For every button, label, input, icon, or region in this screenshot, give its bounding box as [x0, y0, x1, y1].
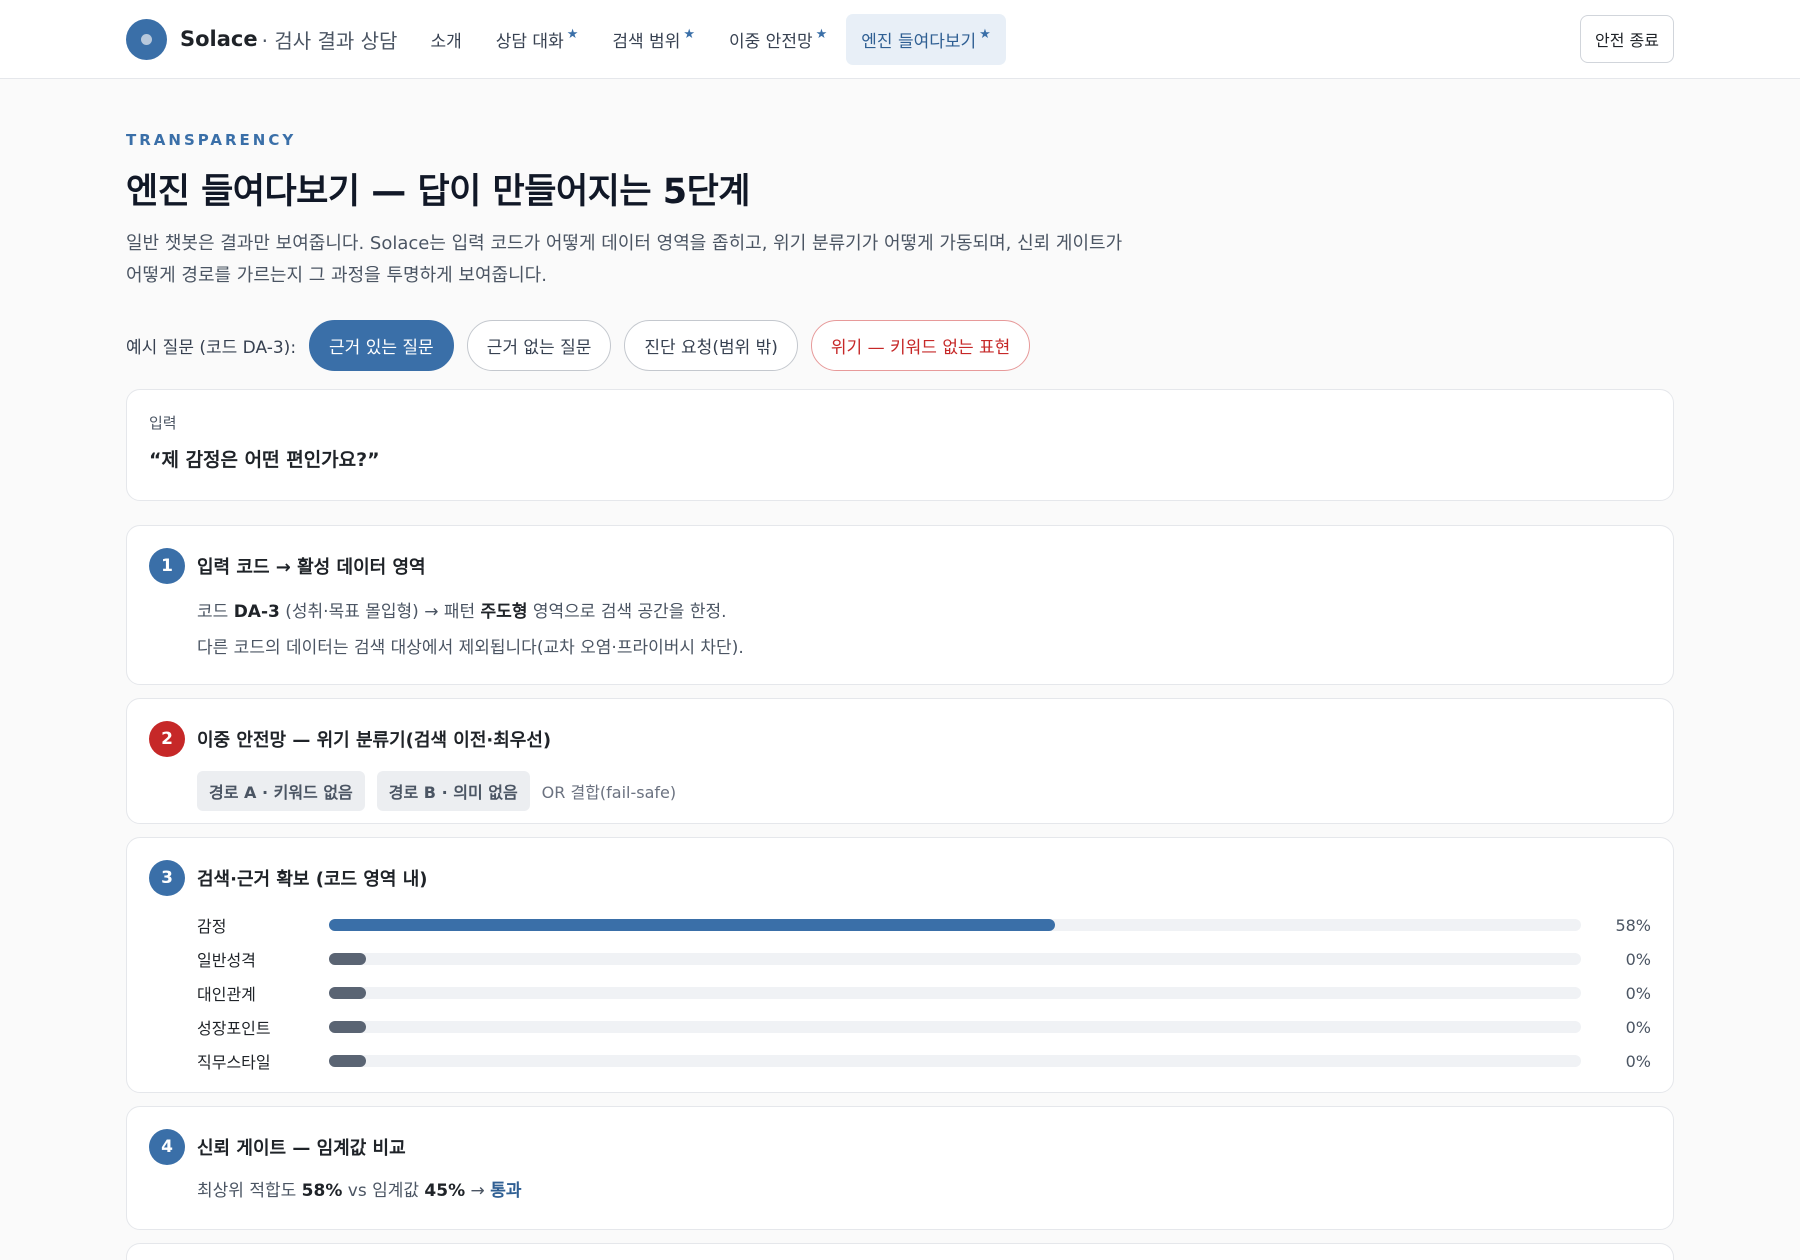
example-chip-grounded[interactable]: 근거 있는 질문 — [309, 320, 454, 371]
step-1-line-1: 코드 DA-3 (성취·목표 몰입형) → 패턴 주도형 영역으로 검색 공간을… — [197, 602, 727, 622]
input-text: “제 감정은 어떤 편인가요?” — [149, 449, 380, 471]
bar-track — [329, 987, 1581, 999]
step-1-card: 1 입력 코드 → 활성 데이터 영역 코드 DA-3 (성취·목표 몰입형) … — [126, 525, 1674, 685]
bar-track — [329, 1021, 1581, 1033]
input-label: 입력 — [149, 414, 177, 432]
examples-label: 예시 질문 (코드 DA-3): — [126, 338, 297, 358]
page-title: 엔진 들여다보기 — 답이 만들어지는 5단계 — [126, 172, 750, 212]
bar-fill — [329, 919, 1056, 931]
bar-value: 0% — [1625, 1051, 1651, 1071]
trust-gate-result: 최상위 적합도 58% vs 임계값 45% → 통과 — [197, 1181, 522, 1201]
bar-value: 0% — [1625, 983, 1651, 1003]
step-4-card: 4 신뢰 게이트 — 임계값 비교 최상위 적합도 58% vs 임계값 45%… — [126, 1106, 1674, 1230]
brand-subtitle: · 검사 결과 상담 — [261, 28, 398, 53]
route-b-tag: 경로 B · 의미 없음 — [376, 771, 530, 811]
bar-label: 일반성격 — [197, 951, 256, 970]
main-nav: 소개 상담 대화 ★ 검색 범위 ★ 이중 안전망 ★ 엔진 들여다보기 ★ — [415, 13, 1006, 65]
bar-label: 감정 — [197, 917, 227, 936]
step-1-line-2: 다른 코드의 데이터는 검색 대상에서 제외됩니다(교차 오염·프라이버시 차단… — [197, 638, 744, 658]
input-card: 입력 “제 감정은 어떤 편인가요?” — [126, 389, 1674, 501]
star-icon: ★ — [683, 26, 695, 42]
step-2-card: 2 이중 안전망 — 위기 분류기(검색 이전·최우선) 경로 A · 키워드 … — [126, 698, 1674, 824]
nav-dual-safety-net[interactable]: 이중 안전망 ★ — [714, 14, 842, 65]
bar-value: 0% — [1625, 1017, 1651, 1037]
main-content: TRANSPARENCY 엔진 들여다보기 — 답이 만들어지는 5단계 일반 … — [0, 131, 1800, 1260]
step-title: 신뢰 게이트 — 임계값 비교 — [197, 1138, 406, 1159]
safe-exit-button[interactable]: 안전 종료 — [1580, 15, 1674, 63]
bar-label: 직무스타일 — [197, 1053, 271, 1072]
relevance-bar-row: 대인관계 0% — [197, 976, 1651, 1010]
brand-name: Solace — [180, 27, 258, 51]
nav-intro[interactable]: 소개 — [415, 14, 476, 65]
relevance-bar-row: 성장포인트 0% — [197, 1010, 1651, 1044]
relevance-bar-row: 일반성격 0% — [197, 942, 1651, 976]
star-icon: ★ — [566, 26, 579, 42]
nav-engine-inspect[interactable]: 엔진 들여다보기 ★ — [846, 13, 1006, 65]
or-combination-note: OR 결합(fail-safe) — [541, 783, 677, 802]
step-number-badge: 3 — [149, 860, 185, 896]
step-number-badge: 4 — [149, 1129, 185, 1165]
example-chip-ungrounded[interactable]: 근거 없는 질문 — [466, 320, 612, 371]
route-a-tag: 경로 A · 키워드 없음 — [197, 771, 365, 811]
example-chip-crisis[interactable]: 위기 — 키워드 없는 표현 — [810, 320, 1031, 371]
brand[interactable]: Solace · 검사 결과 상담 — [126, 18, 398, 60]
relevance-bar-row: 감정 58% — [197, 908, 1651, 942]
star-icon: ★ — [979, 26, 991, 42]
page-description: 일반 챗봇은 결과만 보여줍니다. Solace는 입력 코드가 어떻게 데이터… — [126, 233, 1123, 286]
bar-fill — [329, 1055, 366, 1067]
step-3-card: 3 검색·근거 확보 (코드 영역 내) 감정 58% 일반성격 0% 대인관계 0% 성장… — [126, 837, 1674, 1093]
step-title: 검색·근거 확보 (코드 영역 내) — [197, 869, 428, 890]
bar-fill — [329, 953, 366, 965]
bar-track — [329, 953, 1581, 965]
nav-search-scope[interactable]: 검색 범위 ★ — [597, 14, 710, 65]
bar-track — [329, 919, 1581, 931]
relevance-bar-row: 직무스타일 0% — [197, 1044, 1651, 1078]
pass-status: 통과 — [490, 1181, 522, 1201]
bar-value: 0% — [1625, 949, 1651, 969]
step-title: 입력 코드 → 활성 데이터 영역 — [197, 557, 426, 578]
bar-label: 성장포인트 — [197, 1019, 271, 1038]
step-number-badge: 2 — [149, 721, 185, 757]
relevance-bars: 감정 58% 일반성격 0% 대인관계 0% 성장포인트 0% 직무스타일 0% — [197, 908, 1651, 1078]
step-number-badge: 1 — [149, 548, 185, 584]
bar-fill — [329, 1021, 366, 1033]
star-icon: ★ — [815, 26, 828, 42]
section-eyebrow: TRANSPARENCY — [126, 131, 297, 149]
step-5-card — [126, 1243, 1674, 1260]
bar-label: 대인관계 — [197, 985, 256, 1004]
bar-track — [329, 1055, 1581, 1067]
logo-icon — [126, 18, 167, 60]
top-bar: Solace · 검사 결과 상담 소개 상담 대화 ★ 검색 범위 ★ 이중 안전… — [0, 0, 1800, 79]
bar-value: 58% — [1615, 915, 1651, 935]
example-chip-diagnosis[interactable]: 진단 요청(범위 밖) — [624, 320, 798, 371]
bar-fill — [329, 987, 366, 999]
step-title: 이중 안전망 — 위기 분류기(검색 이전·최우선) — [197, 730, 552, 751]
example-questions: 예시 질문 (코드 DA-3): 근거 있는 질문 근거 없는 질문 진단 요청… — [126, 320, 1674, 371]
nav-counseling-chat[interactable]: 상담 대화 ★ — [481, 14, 594, 65]
